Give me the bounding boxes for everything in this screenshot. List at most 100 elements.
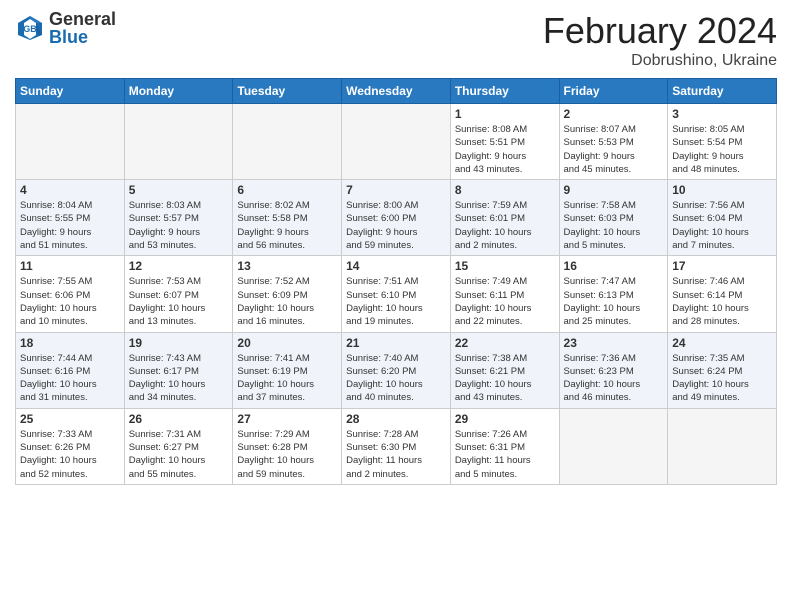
- day-info: Sunrise: 7:44 AM Sunset: 6:16 PM Dayligh…: [20, 352, 120, 405]
- header-day-monday: Monday: [124, 79, 233, 104]
- day-number: 11: [20, 259, 120, 273]
- day-number: 12: [129, 259, 229, 273]
- calendar-body: 1Sunrise: 8:08 AM Sunset: 5:51 PM Daylig…: [16, 104, 777, 485]
- day-number: 26: [129, 412, 229, 426]
- logo: GB General Blue: [15, 10, 116, 46]
- day-number: 23: [564, 336, 664, 350]
- header-row: SundayMondayTuesdayWednesdayThursdayFrid…: [16, 79, 777, 104]
- day-number: 20: [237, 336, 337, 350]
- day-number: 7: [346, 183, 446, 197]
- day-info: Sunrise: 7:49 AM Sunset: 6:11 PM Dayligh…: [455, 275, 555, 328]
- title-block: February 2024 Dobrushino, Ukraine: [543, 10, 777, 70]
- day-info: Sunrise: 7:51 AM Sunset: 6:10 PM Dayligh…: [346, 275, 446, 328]
- month-title: February 2024: [543, 10, 777, 52]
- day-cell: [342, 104, 451, 180]
- day-cell: 29 Sunrise: 7:26 AM Sunset: 6:31 PM Dayli…: [450, 408, 559, 484]
- day-cell: [559, 408, 668, 484]
- week-row-4: 25 Sunrise: 7:33 AM Sunset: 6:26 PM Dayli…: [16, 408, 777, 484]
- day-info: Sunrise: 7:55 AM Sunset: 6:06 PM Dayligh…: [20, 275, 120, 328]
- week-row-3: 18 Sunrise: 7:44 AM Sunset: 6:16 PM Dayli…: [16, 332, 777, 408]
- day-number: 13: [237, 259, 337, 273]
- day-number: 19: [129, 336, 229, 350]
- day-info: Sunrise: 7:36 AM Sunset: 6:23 PM Dayligh…: [564, 352, 664, 405]
- day-cell: 6 Sunrise: 8:02 AM Sunset: 5:58 PM Daylig…: [233, 180, 342, 256]
- location: Dobrushino, Ukraine: [543, 52, 777, 70]
- svg-text:GB: GB: [23, 24, 37, 34]
- logo-text: General Blue: [49, 10, 116, 46]
- header-day-sunday: Sunday: [16, 79, 125, 104]
- day-info: Sunrise: 7:59 AM Sunset: 6:01 PM Dayligh…: [455, 199, 555, 252]
- week-row-0: 1Sunrise: 8:08 AM Sunset: 5:51 PM Daylig…: [16, 104, 777, 180]
- day-info: Sunrise: 7:31 AM Sunset: 6:27 PM Dayligh…: [129, 428, 229, 481]
- day-info: Sunrise: 7:46 AM Sunset: 6:14 PM Dayligh…: [672, 275, 772, 328]
- day-cell: 13 Sunrise: 7:52 AM Sunset: 6:09 PM Dayli…: [233, 256, 342, 332]
- day-number: 2: [564, 107, 664, 121]
- day-info: Sunrise: 7:40 AM Sunset: 6:20 PM Dayligh…: [346, 352, 446, 405]
- day-cell: 11 Sunrise: 7:55 AM Sunset: 6:06 PM Dayli…: [16, 256, 125, 332]
- day-cell: 12 Sunrise: 7:53 AM Sunset: 6:07 PM Dayli…: [124, 256, 233, 332]
- day-info: Sunrise: 7:38 AM Sunset: 6:21 PM Dayligh…: [455, 352, 555, 405]
- day-cell: 17Sunrise: 7:46 AM Sunset: 6:14 PM Dayli…: [668, 256, 777, 332]
- day-info: Sunrise: 8:03 AM Sunset: 5:57 PM Dayligh…: [129, 199, 229, 252]
- week-row-1: 4Sunrise: 8:04 AM Sunset: 5:55 PM Daylig…: [16, 180, 777, 256]
- day-info: Sunrise: 8:08 AM Sunset: 5:51 PM Dayligh…: [455, 123, 555, 176]
- day-cell: 27Sunrise: 7:29 AM Sunset: 6:28 PM Dayli…: [233, 408, 342, 484]
- day-info: Sunrise: 8:05 AM Sunset: 5:54 PM Dayligh…: [672, 123, 772, 176]
- header-day-wednesday: Wednesday: [342, 79, 451, 104]
- day-number: 14: [346, 259, 446, 273]
- day-cell: [233, 104, 342, 180]
- day-info: Sunrise: 7:41 AM Sunset: 6:19 PM Dayligh…: [237, 352, 337, 405]
- day-cell: 15Sunrise: 7:49 AM Sunset: 6:11 PM Dayli…: [450, 256, 559, 332]
- page: GB General Blue February 2024 Dobrushino…: [0, 0, 792, 612]
- day-cell: 22Sunrise: 7:38 AM Sunset: 6:21 PM Dayli…: [450, 332, 559, 408]
- logo-icon: GB: [15, 13, 45, 43]
- day-cell: 8Sunrise: 7:59 AM Sunset: 6:01 PM Daylig…: [450, 180, 559, 256]
- day-info: Sunrise: 7:33 AM Sunset: 6:26 PM Dayligh…: [20, 428, 120, 481]
- header-day-thursday: Thursday: [450, 79, 559, 104]
- day-cell: 26 Sunrise: 7:31 AM Sunset: 6:27 PM Dayli…: [124, 408, 233, 484]
- day-info: Sunrise: 8:02 AM Sunset: 5:58 PM Dayligh…: [237, 199, 337, 252]
- header-day-saturday: Saturday: [668, 79, 777, 104]
- day-cell: 25 Sunrise: 7:33 AM Sunset: 6:26 PM Dayli…: [16, 408, 125, 484]
- week-row-2: 11 Sunrise: 7:55 AM Sunset: 6:06 PM Dayli…: [16, 256, 777, 332]
- day-number: 27: [237, 412, 337, 426]
- day-cell: [16, 104, 125, 180]
- day-number: 25: [20, 412, 120, 426]
- day-cell: 21Sunrise: 7:40 AM Sunset: 6:20 PM Dayli…: [342, 332, 451, 408]
- day-cell: 3 Sunrise: 8:05 AM Sunset: 5:54 PM Daylig…: [668, 104, 777, 180]
- header-day-tuesday: Tuesday: [233, 79, 342, 104]
- day-info: Sunrise: 7:35 AM Sunset: 6:24 PM Dayligh…: [672, 352, 772, 405]
- header-day-friday: Friday: [559, 79, 668, 104]
- day-info: Sunrise: 7:43 AM Sunset: 6:17 PM Dayligh…: [129, 352, 229, 405]
- day-cell: 1Sunrise: 8:08 AM Sunset: 5:51 PM Daylig…: [450, 104, 559, 180]
- day-cell: 4Sunrise: 8:04 AM Sunset: 5:55 PM Daylig…: [16, 180, 125, 256]
- day-cell: 9Sunrise: 7:58 AM Sunset: 6:03 PM Daylig…: [559, 180, 668, 256]
- day-number: 10: [672, 183, 772, 197]
- day-number: 3: [672, 107, 772, 121]
- logo-blue: Blue: [49, 28, 116, 46]
- day-number: 9: [564, 183, 664, 197]
- day-info: Sunrise: 7:52 AM Sunset: 6:09 PM Dayligh…: [237, 275, 337, 328]
- day-number: 18: [20, 336, 120, 350]
- calendar-header: SundayMondayTuesdayWednesdayThursdayFrid…: [16, 79, 777, 104]
- day-number: 6: [237, 183, 337, 197]
- day-number: 24: [672, 336, 772, 350]
- day-info: Sunrise: 7:53 AM Sunset: 6:07 PM Dayligh…: [129, 275, 229, 328]
- day-info: Sunrise: 7:26 AM Sunset: 6:31 PM Dayligh…: [455, 428, 555, 481]
- day-cell: 10Sunrise: 7:56 AM Sunset: 6:04 PM Dayli…: [668, 180, 777, 256]
- day-cell: 2 Sunrise: 8:07 AM Sunset: 5:53 PM Daylig…: [559, 104, 668, 180]
- day-number: 29: [455, 412, 555, 426]
- day-cell: 5Sunrise: 8:03 AM Sunset: 5:57 PM Daylig…: [124, 180, 233, 256]
- day-cell: 20 Sunrise: 7:41 AM Sunset: 6:19 PM Dayli…: [233, 332, 342, 408]
- day-cell: 28Sunrise: 7:28 AM Sunset: 6:30 PM Dayli…: [342, 408, 451, 484]
- day-cell: [124, 104, 233, 180]
- logo-general: General: [49, 10, 116, 28]
- day-info: Sunrise: 8:07 AM Sunset: 5:53 PM Dayligh…: [564, 123, 664, 176]
- day-info: Sunrise: 7:28 AM Sunset: 6:30 PM Dayligh…: [346, 428, 446, 481]
- day-cell: 24 Sunrise: 7:35 AM Sunset: 6:24 PM Dayli…: [668, 332, 777, 408]
- day-number: 4: [20, 183, 120, 197]
- day-cell: 16Sunrise: 7:47 AM Sunset: 6:13 PM Dayli…: [559, 256, 668, 332]
- day-cell: 14 Sunrise: 7:51 AM Sunset: 6:10 PM Dayli…: [342, 256, 451, 332]
- day-cell: 23 Sunrise: 7:36 AM Sunset: 6:23 PM Dayli…: [559, 332, 668, 408]
- day-cell: [668, 408, 777, 484]
